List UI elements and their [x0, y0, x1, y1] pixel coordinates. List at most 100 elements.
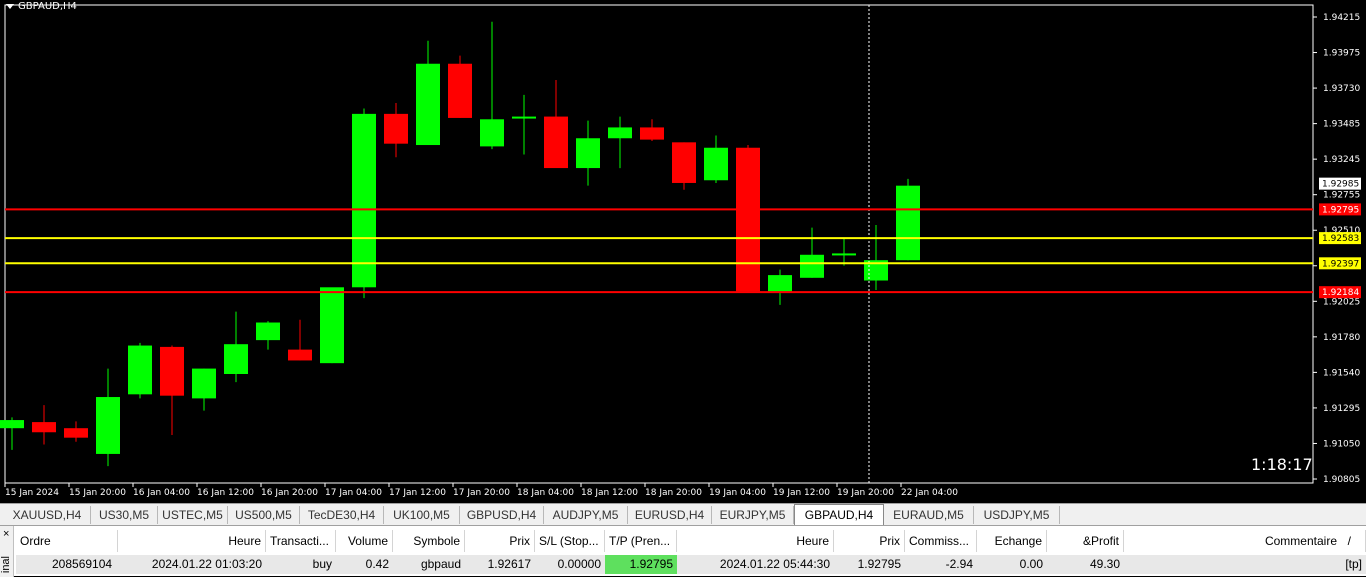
price-tick-label: 1.91295 [1323, 404, 1360, 414]
candle-body [416, 63, 440, 146]
tab-eurjpy-m5[interactable]: EURJPY,M5 [712, 506, 794, 524]
table-cell: buy [266, 555, 336, 574]
candle-body [32, 422, 56, 433]
terminal-side-strip: × inal [0, 526, 14, 577]
table-cell: -2.94 [905, 555, 977, 574]
candle-body [320, 287, 344, 364]
tab-gbpaud-h4[interactable]: GBPAUD,H4 [794, 504, 884, 525]
time-tick-label: 22 Jan 04:00 [901, 488, 958, 498]
table-cell: 1.92795 [605, 555, 677, 574]
column-header[interactable]: S/L (Stop... [535, 530, 605, 552]
price-tick-label: 1.91540 [1323, 368, 1360, 378]
time-tick-label: 17 Jan 12:00 [389, 488, 446, 498]
tab-eurusd-h4[interactable]: EURUSD,H4 [628, 506, 712, 524]
time-tick-label: 17 Jan 20:00 [453, 488, 510, 498]
candle-body [480, 119, 504, 147]
time-tick-label: 16 Jan 12:00 [197, 488, 254, 498]
price-level-label: 1.92583 [1322, 234, 1359, 244]
column-header[interactable]: Prix [834, 530, 905, 552]
column-header[interactable]: Volume [336, 530, 393, 552]
plot-frame [4, 4, 1314, 484]
price-tick-label: 1.93975 [1323, 49, 1360, 59]
column-header[interactable]: T/P (Pren... [605, 530, 677, 552]
candle-body [96, 397, 120, 454]
tab-tecde30-h4[interactable]: TecDE30,H4 [300, 506, 384, 524]
column-header[interactable]: Commentaire / [1124, 530, 1366, 552]
column-header[interactable]: Prix [465, 530, 535, 552]
candle-body [352, 113, 376, 288]
dropdown-triangle-icon[interactable] [6, 3, 14, 9]
table-cell: 208569104 [16, 555, 118, 574]
tab-euraud-m5[interactable]: EURAUD,M5 [884, 506, 974, 524]
tab-usdjpy-m5[interactable]: USDJPY,M5 [974, 506, 1060, 524]
close-icon[interactable]: × [3, 528, 9, 540]
candle-body [832, 253, 856, 256]
candle-body [640, 127, 664, 140]
time-tick-label: 19 Jan 12:00 [773, 488, 830, 498]
candle-body [384, 113, 408, 144]
price-level-label: 1.92795 [1322, 205, 1359, 215]
time-tick-label: 16 Jan 04:00 [133, 488, 190, 498]
price-tick-label: 1.90805 [1323, 475, 1360, 485]
price-tick-label: 1.93730 [1323, 84, 1360, 94]
column-header[interactable]: Echange [977, 530, 1047, 552]
price-level-label: 1.92184 [1322, 288, 1359, 298]
candle-body [800, 254, 824, 278]
column-header[interactable]: Heure [677, 530, 834, 552]
table-cell: 0.00000 [535, 555, 605, 574]
column-header[interactable]: Heure [118, 530, 266, 552]
table-cell: 2024.01.22 05:44:30 [677, 555, 834, 574]
tab-us30-m5[interactable]: US30,M5 [91, 506, 158, 524]
chart-area[interactable]: 1.94215 1.93975 1.93730 1.93485 1.93245 1.927… [0, 0, 1366, 503]
candle-body [160, 346, 184, 396]
tab-audjpy-m5[interactable]: AUDJPY,M5 [544, 506, 628, 524]
candle-body [256, 322, 280, 341]
sort-marker: / [1347, 534, 1351, 548]
candle-body [448, 63, 472, 118]
table-cell: 0.42 [336, 555, 393, 574]
table-cell: 0.00 [977, 555, 1047, 574]
table-cell: 2024.01.22 01:03:20 [118, 555, 266, 574]
candle-body [544, 116, 568, 169]
terminal-side-label: inal [0, 556, 12, 574]
column-header[interactable]: Ordre [16, 530, 118, 552]
bar-countdown: 1:18:17 [1251, 455, 1313, 474]
table-cell: 1.92795 [834, 555, 905, 574]
price-tick-label: 1.94215 [1323, 13, 1360, 23]
table-cell: gbpaud [393, 555, 465, 574]
tab-xauusd-h4[interactable]: XAUUSD,H4 [4, 506, 91, 524]
candle-body [192, 368, 216, 399]
time-tick-label: 15 Jan 2024 [5, 488, 59, 498]
column-header[interactable]: Transacti... [266, 530, 336, 552]
price-tick-label: 1.93245 [1323, 155, 1360, 165]
time-tick-label: 19 Jan 20:00 [837, 488, 894, 498]
candle-body [608, 127, 632, 139]
time-tick-label: 18 Jan 04:00 [517, 488, 574, 498]
tab-gbpusd-h4[interactable]: GBPUSD,H4 [460, 506, 544, 524]
column-header[interactable]: Symbole [393, 530, 465, 552]
column-header[interactable]: &Profit [1047, 530, 1124, 552]
candlestick-chart[interactable]: 1.94215 1.93975 1.93730 1.93485 1.93245 1.927… [0, 0, 1366, 503]
candle-body [64, 428, 88, 438]
time-tick-label: 16 Jan 20:00 [261, 488, 318, 498]
tab-uk100-m5[interactable]: UK100,M5 [384, 506, 460, 524]
time-tick-label: 18 Jan 20:00 [645, 488, 702, 498]
time-tick-label: 18 Jan 12:00 [581, 488, 638, 498]
candle-body [768, 275, 792, 292]
tab-ustec-m5[interactable]: USTEC,M5 [158, 506, 228, 524]
column-header[interactable]: Commiss... [905, 530, 977, 552]
candle-body [224, 344, 248, 374]
candle-body [896, 185, 920, 261]
current-price-label: 1.92985 [1322, 180, 1359, 190]
symbol-text: GBPAUD,H4 [18, 1, 77, 12]
price-tick-label: 1.92755 [1323, 191, 1360, 201]
candle-body [736, 147, 760, 292]
price-tick-label: 1.93485 [1323, 120, 1360, 130]
price-tick-label: 1.91050 [1323, 439, 1360, 449]
chart-symbol-label: GBPAUD,H4 [6, 1, 77, 13]
candle-body [512, 116, 536, 119]
price-tick-label: 1.92025 [1323, 297, 1360, 307]
time-tick-label: 19 Jan 04:00 [709, 488, 766, 498]
table-cell: [tp] [1124, 555, 1366, 574]
tab-us500-m5[interactable]: US500,M5 [228, 506, 300, 524]
